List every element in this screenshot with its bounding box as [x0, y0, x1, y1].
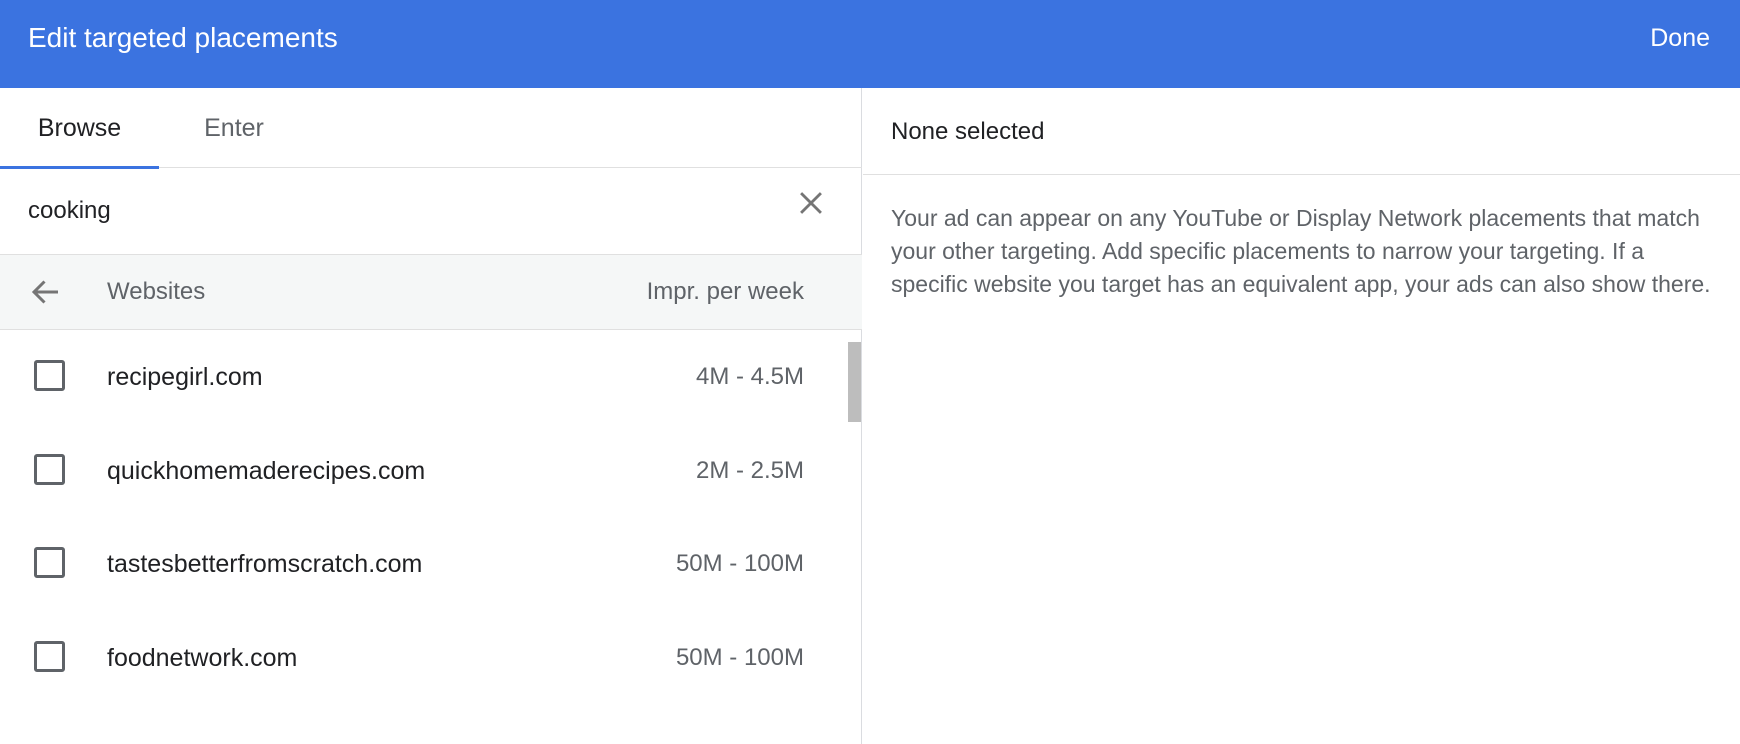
placement-list: recipegirl.com 4M - 4.5M quickhomemadere…	[0, 330, 862, 744]
selection-pane: None selected Your ad can appear on any …	[863, 88, 1740, 744]
search-row	[0, 168, 862, 255]
search-input[interactable]	[28, 190, 768, 232]
tab-enter[interactable]: Enter	[159, 88, 309, 168]
list-item[interactable]: quickhomemaderecipes.com 2M - 2.5M	[0, 424, 848, 518]
checkbox-unchecked-icon[interactable]	[34, 454, 65, 485]
done-button[interactable]: Done	[1650, 20, 1710, 56]
placement-impressions: 4M - 4.5M	[695, 363, 804, 390]
dialog-title: Edit targeted placements	[28, 22, 338, 53]
placement-impressions: 50M - 100M	[675, 550, 804, 577]
list-item[interactable]: recipegirl.com 4M - 4.5M	[0, 330, 848, 424]
impressions-column-header: Impr. per week	[646, 278, 804, 305]
selection-status: None selected	[891, 118, 1045, 145]
placement-impressions: 50M - 100M	[675, 644, 804, 671]
list-item[interactable]: foodnetwork.com 50M - 100M	[0, 611, 848, 705]
placement-site: foodnetwork.com	[107, 644, 298, 672]
list-header: Websites Impr. per week	[0, 255, 862, 330]
placement-impressions: 2M - 2.5M	[695, 457, 804, 484]
dialog-header: Edit targeted placements Done	[0, 0, 1740, 88]
websites-column-header: Websites	[107, 278, 206, 305]
checkbox-unchecked-icon[interactable]	[34, 641, 65, 672]
list-item[interactable]: tastesbetterfromscratch.com 50M - 100M	[0, 517, 848, 611]
checkbox-unchecked-icon[interactable]	[34, 360, 65, 391]
placement-site: quickhomemaderecipes.com	[107, 457, 426, 485]
placement-site: tastesbetterfromscratch.com	[107, 550, 423, 578]
arrow-back-icon[interactable]	[28, 274, 64, 310]
selection-info-text: Your ad can appear on any YouTube or Dis…	[891, 205, 1711, 297]
list-scrollbar[interactable]	[848, 342, 861, 422]
selection-header: None selected	[863, 88, 1740, 175]
tab-browse[interactable]: Browse	[0, 88, 159, 169]
checkbox-unchecked-icon[interactable]	[34, 547, 65, 578]
placement-site: recipegirl.com	[107, 363, 263, 391]
close-icon[interactable]	[794, 186, 828, 220]
browse-pane: Browse Enter Websites Impr. per week rec…	[0, 88, 862, 744]
tab-bar: Browse Enter	[0, 88, 862, 169]
